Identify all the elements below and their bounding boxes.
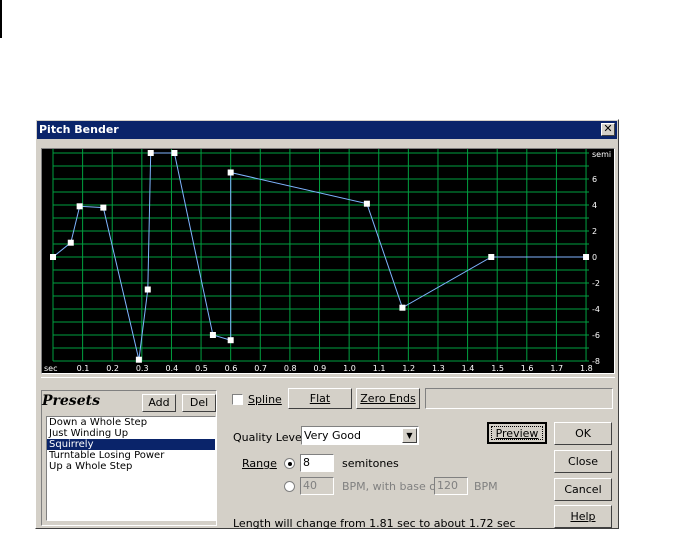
y-tick-label: 2 — [592, 227, 597, 236]
add-preset-button[interactable]: Add — [142, 394, 176, 412]
list-item[interactable]: Turntable Losing Power — [47, 450, 215, 461]
envelope-control-point[interactable] — [488, 254, 495, 260]
base-bpm-unit: BPM — [474, 480, 498, 493]
x-tick-label: 0.2 — [106, 364, 119, 373]
y-tick-label: 4 — [592, 201, 597, 210]
length-status-text: Length will change from 1.81 sec to abou… — [233, 517, 516, 530]
x-tick-label: 1.5 — [491, 364, 504, 373]
y-tick-label: -2 — [592, 279, 600, 288]
spline-checkbox[interactable] — [232, 394, 243, 405]
semitones-unit-label: semitones — [342, 457, 399, 470]
add-preset-label: Add — [148, 396, 170, 409]
x-tick-label: 0.8 — [284, 364, 297, 373]
envelope-control-point[interactable] — [100, 204, 107, 211]
x-tick-label: 1.6 — [521, 364, 534, 373]
presets-listbox[interactable]: Down a Whole Step Just Winding Up Squirrel… — [46, 416, 216, 521]
x-tick-label: 1.1 — [373, 364, 386, 373]
presets-title: Presets — [42, 393, 100, 409]
x-tick-label: 1.7 — [550, 364, 563, 373]
x-tick-label: 1.3 — [432, 364, 445, 373]
ok-label: OK — [575, 427, 591, 440]
semitones-value: 8 — [303, 456, 310, 469]
x-tick-label: 0.7 — [254, 364, 267, 373]
cancel-label: Cancel — [564, 483, 602, 496]
quality-level-value: Very Good — [304, 429, 361, 442]
zero-ends-button[interactable]: Zero Ends — [356, 388, 420, 409]
list-item[interactable]: Down a Whole Step — [47, 417, 215, 428]
ok-button[interactable]: OK — [554, 422, 612, 445]
x-tick-label: 1.8 — [580, 364, 593, 373]
x-tick-label: 0.1 — [77, 364, 90, 373]
quality-level-label: Quality Level — [233, 431, 305, 444]
x-tick-label: 1.4 — [462, 364, 475, 373]
text-cursor-mark — [0, 0, 2, 38]
close-window-button[interactable]: ✕ — [601, 123, 615, 136]
flat-label: Flat — [309, 392, 331, 405]
envelope-control-point[interactable] — [209, 332, 216, 338]
zero-ends-label: Zero Ends — [360, 392, 416, 405]
envelope-control-point[interactable] — [227, 337, 234, 344]
x-tick-label: 0.6 — [225, 364, 238, 373]
cancel-button[interactable]: Cancel — [554, 478, 612, 501]
preview-button[interactable]: Preview — [487, 422, 547, 444]
envelope-control-point[interactable] — [76, 203, 83, 210]
envelope-control-point[interactable] — [399, 304, 406, 311]
quality-level-select[interactable]: Very Good ▼ — [301, 426, 419, 445]
pitch-bender-dialog: Pitch Bender ✕ sec 0.1 0.2 0.3 0.4 0.5 0.6 0.7 0… — [35, 119, 619, 530]
y-tick-label: -8 — [592, 357, 600, 366]
y-tick-label: 6 — [592, 175, 597, 184]
range-bpm-radio[interactable] — [284, 481, 295, 492]
x-tick-label: 1.0 — [343, 364, 356, 373]
spline-label[interactable]: Spline — [248, 393, 282, 406]
x-tick-label: 0.4 — [165, 364, 178, 373]
bpm-value: 40 — [303, 479, 317, 492]
envelope-control-point[interactable] — [50, 254, 56, 260]
y-unit-label: semi — [592, 150, 611, 159]
envelope-control-point[interactable] — [171, 150, 178, 156]
x-tick-label: 1.2 — [402, 364, 415, 373]
help-button[interactable]: Help — [554, 505, 612, 528]
x-tick-label: sec — [44, 364, 58, 373]
delete-preset-button[interactable]: Del — [182, 394, 216, 412]
pitch-envelope-graph[interactable]: sec 0.1 0.2 0.3 0.4 0.5 0.6 0.7 0.8 0.9 1.0 1.1 1.2 1… — [41, 148, 615, 374]
list-item[interactable]: Squirrely — [47, 439, 215, 450]
y-tick-label: 0 — [592, 253, 597, 262]
envelope-control-point[interactable] — [144, 286, 151, 293]
help-label: Help — [570, 510, 596, 523]
envelope-control-point[interactable] — [67, 239, 74, 246]
envelope-control-point[interactable] — [147, 150, 154, 156]
semitones-input[interactable]: 8 — [300, 454, 334, 472]
range-label: Range — [242, 457, 277, 470]
status-field — [425, 388, 613, 409]
envelope-control-point[interactable] — [363, 200, 370, 207]
chevron-down-icon[interactable]: ▼ — [402, 428, 417, 443]
graph-divider — [41, 375, 615, 378]
bpm-input[interactable]: 40 — [300, 477, 334, 495]
range-semitones-radio[interactable] — [284, 458, 295, 469]
list-item[interactable]: Up a Whole Step — [47, 461, 215, 472]
preview-label: Preview — [495, 427, 539, 440]
envelope-control-point[interactable] — [583, 254, 590, 260]
base-bpm-input[interactable]: 120 — [434, 477, 468, 495]
close-button[interactable]: Close — [554, 450, 612, 473]
envelope-control-point[interactable] — [135, 356, 142, 363]
close-label: Close — [568, 455, 598, 468]
delete-preset-label: Del — [189, 396, 209, 409]
window-title: Pitch Bender — [39, 123, 119, 136]
base-bpm-value: 120 — [437, 479, 458, 492]
title-bar[interactable]: Pitch Bender ✕ — [37, 121, 617, 139]
list-item[interactable]: Just Winding Up — [47, 428, 215, 439]
flat-button[interactable]: Flat — [288, 388, 352, 409]
bpm-base-label: BPM, with base of — [342, 480, 440, 493]
x-tick-label: 0.5 — [195, 364, 208, 373]
x-tick-label: 0.9 — [314, 364, 327, 373]
x-tick-label: 0.3 — [136, 364, 149, 373]
close-icon: ✕ — [603, 122, 613, 135]
y-tick-label: -4 — [592, 305, 600, 314]
y-tick-label: -6 — [592, 331, 600, 340]
graph-canvas[interactable]: sec 0.1 0.2 0.3 0.4 0.5 0.6 0.7 0.8 0.9 1.0 1.1 1.2 1… — [42, 149, 614, 373]
envelope-control-point[interactable] — [227, 169, 234, 176]
